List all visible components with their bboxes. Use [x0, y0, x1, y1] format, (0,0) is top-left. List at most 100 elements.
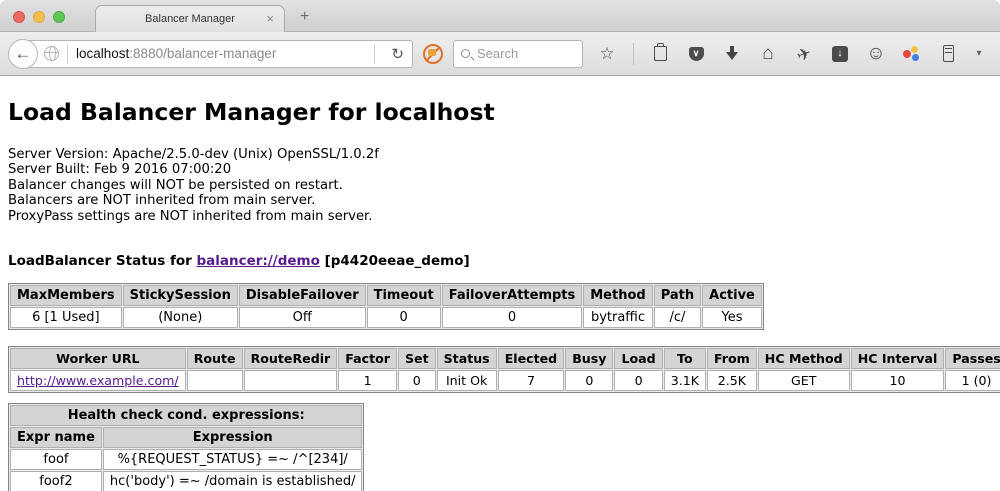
downloads-icon[interactable] — [722, 44, 742, 64]
new-tab-button[interactable]: + — [300, 8, 309, 26]
window-controls — [13, 11, 65, 23]
worker-status-table: Worker URL Route RouteRedir Factor Set S… — [8, 346, 1000, 393]
table-row: http://www.example.com/ 1 0 Init Ok 7 0 … — [10, 370, 1000, 391]
page-content: Load Balancer Manager for localhost Serv… — [0, 76, 1000, 490]
back-button[interactable]: ← — [8, 39, 38, 69]
page-title: Load Balancer Manager for localhost — [8, 76, 992, 126]
worker-url-link[interactable]: http://www.example.com/ — [17, 373, 179, 388]
chevron-down-icon[interactable]: ▾ — [974, 44, 984, 64]
feedback-smiley-icon[interactable]: ☺ — [866, 44, 886, 64]
col-hc-method: HC Method — [758, 348, 850, 369]
cell-elected: 7 — [498, 370, 565, 391]
cell-factor: 1 — [338, 370, 397, 391]
urlbar-separator — [67, 44, 68, 64]
plugin-blocked-icon[interactable] — [423, 44, 443, 64]
window-titlebar: Balancer Manager × + — [0, 0, 1000, 32]
urlbar-separator — [374, 44, 375, 64]
balancer-settings-table: MaxMembers StickySession DisableFailover… — [8, 283, 764, 330]
col-routeredir: RouteRedir — [244, 348, 338, 369]
navigation-toolbar: ← localhost:8880/balancer-manager ↻ ☆ ∨ … — [0, 32, 1000, 76]
table-header-row: Expr name Expression — [10, 427, 362, 448]
extension-download-icon[interactable]: ↓ — [830, 44, 850, 64]
reload-icon[interactable]: ↻ — [383, 45, 412, 63]
cell-expression: hc('body') =~ /domain is established/ — [103, 471, 363, 491]
col-elected: Elected — [498, 348, 565, 369]
table-title-row: Health check cond. expressions: — [10, 405, 362, 426]
tab-balancer-manager[interactable]: Balancer Manager × — [95, 5, 285, 32]
close-window-button[interactable] — [13, 11, 25, 23]
col-stickysession: StickySession — [123, 285, 238, 306]
cell-to: 3.1K — [664, 370, 706, 391]
col-method: Method — [583, 285, 652, 306]
url-path: :8880/balancer-manager — [129, 46, 276, 61]
zoom-window-button[interactable] — [53, 11, 65, 23]
pocket-icon[interactable]: ∨ — [686, 44, 706, 64]
col-hc-interval: HC Interval — [851, 348, 945, 369]
balancer-persist-note: Balancer changes will NOT be persisted o… — [8, 178, 992, 193]
col-path: Path — [654, 285, 701, 306]
cell-active: Yes — [702, 307, 762, 328]
cell-method: bytraffic — [583, 307, 652, 328]
table-header-row: Worker URL Route RouteRedir Factor Set S… — [10, 348, 1000, 369]
status-heading-suffix: [p4420eeae_demo] — [320, 253, 470, 269]
col-failoverattempts: FailoverAttempts — [442, 285, 583, 306]
status-heading-prefix: LoadBalancer Status for — [8, 253, 197, 269]
col-factor: Factor — [338, 348, 397, 369]
search-bar[interactable] — [453, 40, 583, 68]
search-input[interactable] — [477, 46, 567, 61]
proxypass-inherit-note: ProxyPass settings are NOT inherited fro… — [8, 209, 992, 224]
clipboard-glyph — [654, 46, 667, 61]
col-status: Status — [437, 348, 497, 369]
cell-passes: 1 (0) — [945, 370, 1000, 391]
cell-expr-name: foof — [10, 449, 102, 470]
table-row: foof2 hc('body') =~ /domain is establish… — [10, 471, 362, 491]
cell-expr-name: foof2 — [10, 471, 102, 491]
container-extension-icon[interactable] — [938, 44, 958, 64]
cell-load: 0 — [614, 370, 662, 391]
toolbar-icons: ☆ ∨ ⌂ ✈ ↓ ☺ ▾ — [597, 43, 1000, 65]
home-icon[interactable]: ⌂ — [758, 44, 778, 64]
minimize-window-button[interactable] — [33, 11, 45, 23]
clipboard-icon[interactable] — [650, 44, 670, 64]
col-to: To — [664, 348, 706, 369]
cell-status: Init Ok — [437, 370, 497, 391]
cell-worker-url: http://www.example.com/ — [10, 370, 186, 391]
col-expr-name: Expr name — [10, 427, 102, 448]
cell-from: 2.5K — [707, 370, 757, 391]
col-busy: Busy — [565, 348, 613, 369]
col-passes: Passes — [945, 348, 1000, 369]
balancer-demo-link[interactable]: balancer://demo — [197, 253, 320, 269]
url-text[interactable]: localhost:8880/balancer-manager — [76, 46, 366, 61]
col-from: From — [707, 348, 757, 369]
cell-hc-method: GET — [758, 370, 850, 391]
tab-close-icon[interactable]: × — [266, 11, 274, 26]
bookmark-star-icon[interactable]: ☆ — [597, 44, 617, 64]
table-header-row: MaxMembers StickySession DisableFailover… — [10, 285, 762, 306]
loadbalancer-status-heading: LoadBalancer Status for balancer://demo … — [8, 253, 992, 269]
server-info: Server Version: Apache/2.5.0-dev (Unix) … — [8, 147, 992, 224]
url-bar[interactable]: localhost:8880/balancer-manager ↻ — [23, 40, 413, 68]
cell-expression: %{REQUEST_STATUS} =~ /^[234]/ — [103, 449, 363, 470]
health-check-expressions-table: Health check cond. expressions: Expr nam… — [8, 403, 364, 491]
toolbar-separator — [633, 43, 634, 65]
send-tab-icon[interactable]: ✈ — [791, 41, 817, 67]
table-row: 6 [1 Used] (None) Off 0 0 bytraffic /c/ … — [10, 307, 762, 328]
cell-set: 0 — [398, 370, 436, 391]
cell-busy: 0 — [565, 370, 613, 391]
col-route: Route — [187, 348, 243, 369]
cell-hc-interval: 10 — [851, 370, 945, 391]
col-set: Set — [398, 348, 436, 369]
cell-route — [187, 370, 243, 391]
col-load: Load — [614, 348, 662, 369]
cell-maxmembers: 6 [1 Used] — [10, 307, 122, 328]
url-domain: localhost — [76, 46, 129, 61]
site-identity-globe-icon[interactable] — [44, 46, 59, 61]
col-worker-url: Worker URL — [10, 348, 186, 369]
browser-window: Balancer Manager × + ← localhost:8880/ba… — [0, 0, 1000, 491]
search-icon — [461, 49, 470, 58]
cell-failoverattempts: 0 — [442, 307, 583, 328]
server-built-line: Server Built: Feb 9 2016 07:00:20 — [8, 162, 992, 177]
table-row: foof %{REQUEST_STATUS} =~ /^[234]/ — [10, 449, 362, 470]
tab-title: Balancer Manager — [145, 13, 235, 25]
colored-dots-extension-icon[interactable] — [902, 44, 922, 64]
